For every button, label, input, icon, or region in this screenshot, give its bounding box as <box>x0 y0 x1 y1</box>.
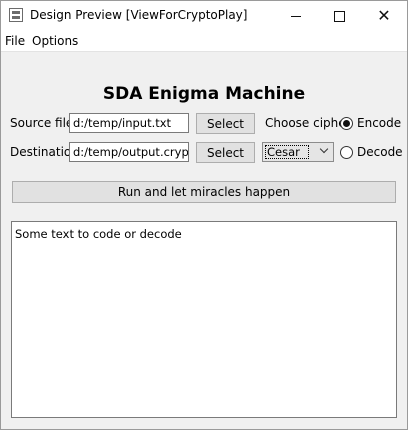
app-window: Design Preview [ViewForCryptoPlay] ✕ Fil… <box>0 0 408 430</box>
chevron-down-icon <box>319 144 329 154</box>
minimize-icon <box>291 15 301 17</box>
menu-options[interactable]: Options <box>32 34 78 48</box>
close-button[interactable]: ✕ <box>362 1 406 31</box>
close-icon: ✕ <box>377 6 391 25</box>
title-bar[interactable]: Design Preview [ViewForCryptoPlay] ✕ <box>1 1 407 31</box>
decode-radio[interactable] <box>340 146 353 159</box>
app-icon <box>9 8 23 22</box>
text-area[interactable]: Some text to code or decode <box>11 221 397 418</box>
window-title: Design Preview [ViewForCryptoPlay] <box>30 8 248 22</box>
minimize-button[interactable] <box>274 1 318 31</box>
menu-file[interactable]: File <box>5 34 25 48</box>
source-file-label: Source file <box>10 116 74 130</box>
decode-label[interactable]: Decode <box>357 145 403 159</box>
encode-radio[interactable] <box>340 117 353 130</box>
run-button[interactable]: Run and let miracles happen <box>12 181 396 203</box>
destination-input[interactable]: d:/temp/output.crypt <box>69 142 189 162</box>
page-title: SDA Enigma Machine <box>102 84 306 104</box>
maximize-button[interactable] <box>317 1 361 31</box>
main-panel: SDA Enigma Machine Source file d:/temp/i… <box>1 52 407 429</box>
source-file-input[interactable]: d:/temp/input.txt <box>69 113 189 133</box>
destination-select-button[interactable]: Select <box>196 142 255 163</box>
cipher-select-value: Cesar <box>265 145 309 159</box>
cipher-select[interactable]: Cesar <box>262 142 334 162</box>
encode-label[interactable]: Encode <box>357 116 401 130</box>
menu-bar: File Options <box>1 31 407 52</box>
maximize-icon <box>333 10 345 22</box>
choose-cipher-label: Choose cipher <box>265 116 351 130</box>
source-select-button[interactable]: Select <box>196 113 255 134</box>
